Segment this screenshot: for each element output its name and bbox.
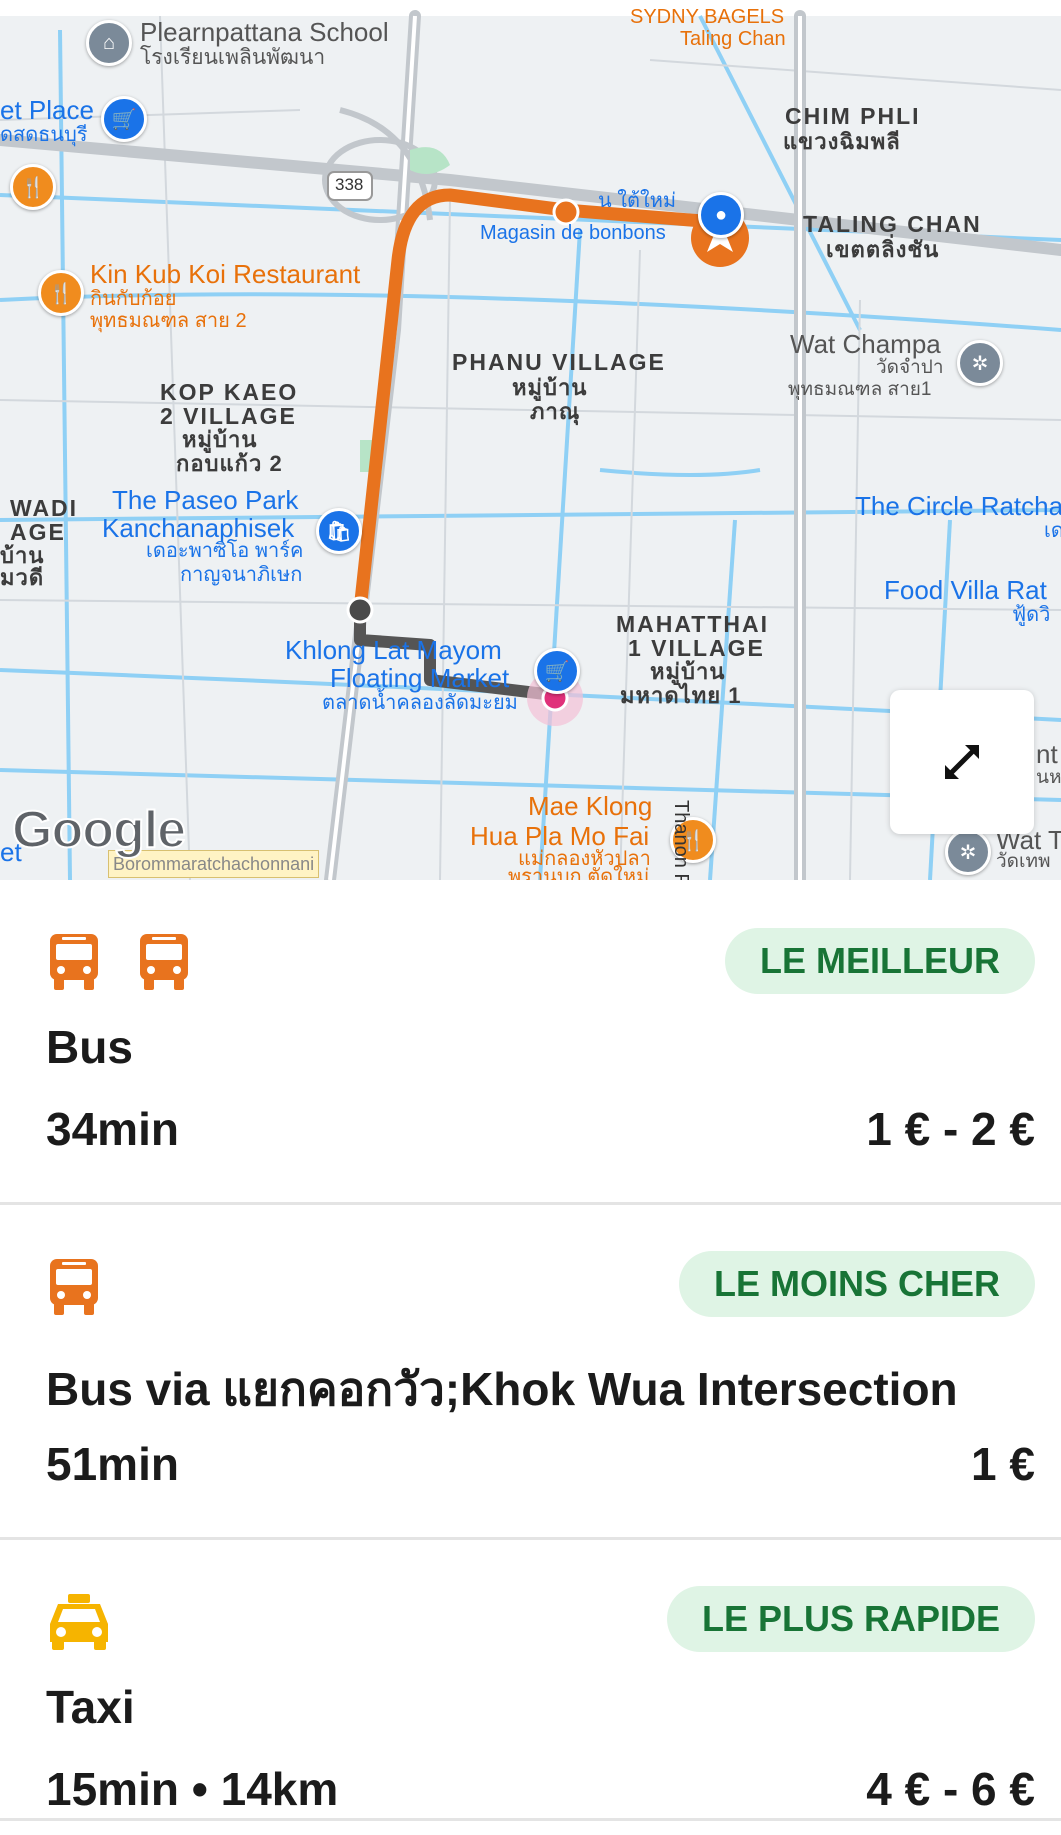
route-duration: 34min [46,1103,179,1155]
map-label: The Circle Ratcha [855,491,1061,521]
shopping-cart-pin-icon[interactable]: 🛒 [101,96,147,142]
expand-arrows-icon [945,745,979,779]
route-map[interactable]: ⌂ 🛒 🍴 🍴 ● ✲ 🛍 🛒 🍴 ✲ Plearnpattana School… [0,0,1061,880]
map-label: 2 VILLAGE [160,403,297,429]
map-label: PHANU VILLAGE [452,349,666,375]
map-label: กอบแก้ว 2 [176,451,283,476]
map-label: TALING CHAN [803,211,982,237]
map-label: ตลาดน้ำคลองลัดมะยม [322,692,518,714]
map-label: WADI [10,495,79,521]
route-duration: 15min • 14km [46,1763,339,1815]
map-label: KOP KAEO [160,379,299,405]
map-label: กาญจนาภิเษก [180,564,303,586]
divider [0,1818,1061,1821]
map-label: Wat Champa [790,329,941,359]
map-label: หมู่บ้าน [650,659,726,684]
map-label: แขวงฉิมพลี [783,129,901,154]
temple-pin-icon[interactable]: ✲ [945,829,991,875]
map-label: เด [1044,520,1061,542]
map-label: 1 VILLAGE [628,635,765,661]
map-label: พุทธมณฑล สาย1 [788,379,932,400]
best-badge: LE MEILLEUR [725,928,1035,994]
route-price: 1 € [971,1438,1035,1490]
map-label: et Place [0,95,94,125]
map-label: Mae Klong [528,791,653,821]
map-label: Khlong Lat Mayom [285,635,502,665]
map-label: Kin Kub Koi Restaurant [90,259,361,289]
school-pin-icon[interactable]: ⌂ [86,20,132,66]
map-label: nt I [1036,739,1061,769]
map-label: หมู่บ้าน [182,427,258,452]
street-label: Thanon Phutthamonthon Sai 1 [670,800,692,880]
map-label: มหาดไทย 1 [620,683,742,708]
map-label: SYDNY BAGELS [630,6,785,28]
fastest-badge: LE PLUS RAPIDE [666,1586,1035,1652]
road-shield-label: 338 [335,175,364,194]
map-label: MAHATTHAI [616,611,769,637]
bus-icon [50,934,98,990]
shopping-cart-pin-icon[interactable]: 🛒 [534,648,580,694]
navigation-arrow-icon [691,209,749,267]
route-title: Bus via แยกคอกวัว;Khok Wua Intersection [46,1363,958,1415]
route-duration: 51min [46,1438,179,1490]
map-label: CHIM PHLI [785,103,921,129]
restaurant-pin-icon[interactable]: 🍴 [38,270,84,316]
transport-icons [46,1590,112,1652]
map-label: ภาณุ [530,399,581,424]
map-label: น ใต้ใหม่ [598,190,677,212]
map-label: Magasin de bonbons [480,222,666,244]
transport-icons [46,1255,102,1317]
map-label: Kanchanaphisek [102,513,295,543]
map-label: เดอะพาซิโอ พาร์ค [146,540,304,562]
map-label: ฟู้ดวิ [1012,604,1051,626]
map-label: AGE [10,519,66,545]
route-option-bus[interactable]: LE MEILLEUR Bus 34min 1 € - 2 € [0,880,1061,1202]
map-label: The Paseo Park [112,485,299,515]
route-title: Taxi [46,1681,135,1733]
map-label: วัดจำปา [876,357,944,378]
temple-pin-icon[interactable]: ✲ [957,340,1003,386]
map-label: Floating Market [330,663,510,693]
map-label: Plearnpattana School [140,17,389,47]
map-label: วัดเทพ [996,851,1051,872]
map-label: โรงเรียนเพลินพัฒนา [140,46,326,69]
map-label: พรานบก ตัดใหม่ [508,866,650,880]
map-label: เขตตลิ่งชัน [826,237,940,262]
route-option-taxi[interactable]: LE PLUS RAPIDE Taxi 15min • 14km 4 € - 6… [0,1540,1061,1825]
cheapest-badge: LE MOINS CHER [678,1251,1035,1317]
shopping-bag-pin-icon[interactable]: 🛍 [316,508,362,554]
map-label: นห [1036,767,1061,788]
google-logo: Google [11,800,187,860]
map-label: มวดี [0,565,45,590]
route-title: Bus [46,1021,133,1073]
route-option-bus-via[interactable]: LE MOINS CHER Bus via แยกคอกวัว;Khok Wua… [0,1205,1061,1537]
map-label: Food Villa Rat [884,575,1047,605]
transport-icons [46,930,192,992]
bus-icon [50,1259,98,1315]
route-price: 1 € - 2 € [866,1103,1035,1155]
route-price: 4 € - 6 € [866,1763,1035,1815]
map-label: หมู่บ้าน [512,375,588,400]
map-label: พุทธมณฑล สาย 2 [90,310,247,332]
map-label: Taling Chan [680,28,786,50]
map-label: Hua Pla Mo Fai [470,821,650,851]
map-label: กินกับก้อย [90,288,177,310]
expand-map-button[interactable] [890,690,1034,834]
taxi-icon [50,1594,108,1650]
restaurant-pin-icon[interactable]: 🍴 [10,164,56,210]
map-label: ดสดธนบุรี [0,124,88,146]
bus-icon [140,934,188,990]
